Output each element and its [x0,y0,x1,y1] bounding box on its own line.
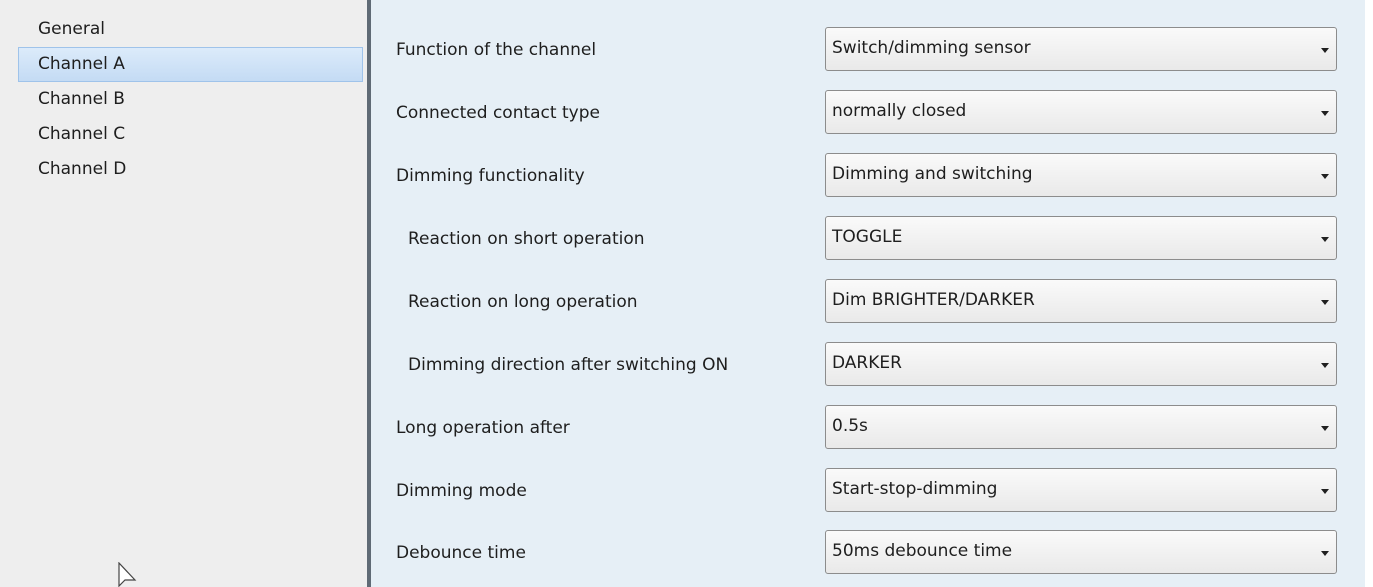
sidebar-item-general[interactable]: General [18,12,363,47]
select-value: Switch/dimming sensor [832,38,1031,58]
param-label: Reaction on long operation [408,292,638,312]
param-label: Function of the channel [396,40,597,60]
select-value: Dimming and switching [832,164,1033,184]
chevron-down-icon [1321,426,1329,431]
sidebar-item-channel-b[interactable]: Channel B [18,82,363,117]
param-label: Long operation after [396,418,570,438]
dimming-functionality-select[interactable]: Dimming and switching [825,153,1337,197]
param-row-reaction-on-short-operation: Reaction on short operation TOGGLE [371,216,1365,262]
select-value: DARKER [832,353,902,373]
mouse-pointer-icon [118,562,137,587]
chevron-down-icon [1321,237,1329,242]
sidebar-item-channel-c[interactable]: Channel C [18,117,363,152]
param-label: Reaction on short operation [408,229,645,249]
chevron-down-icon [1321,48,1329,53]
param-label: Debounce time [396,543,526,563]
right-gutter [1365,0,1373,587]
chevron-down-icon [1321,174,1329,179]
long-operation-after-select[interactable]: 0.5s [825,405,1337,449]
param-label: Dimming mode [396,481,527,501]
chevron-down-icon [1321,300,1329,305]
param-row-function-of-the-channel: Function of the channel Switch/dimming s… [371,27,1365,73]
param-label: Dimming direction after switching ON [408,355,729,375]
param-row-dimming-direction-after-switching-on: Dimming direction after switching ON DAR… [371,342,1365,388]
param-row-debounce-time: Debounce time 50ms debounce time [371,530,1365,576]
param-row-connected-contact-type: Connected contact type normally closed [371,90,1365,136]
param-label: Connected contact type [396,103,600,123]
param-row-dimming-functionality: Dimming functionality Dimming and switch… [371,153,1365,199]
debounce-time-select[interactable]: 50ms debounce time [825,530,1337,574]
chevron-down-icon [1321,111,1329,116]
param-row-dimming-mode: Dimming mode Start-stop-dimming [371,468,1365,514]
reaction-on-short-operation-select[interactable]: TOGGLE [825,216,1337,260]
connected-contact-type-select[interactable]: normally closed [825,90,1337,134]
sidebar-item-channel-d[interactable]: Channel D [18,152,363,187]
sidebar: General Channel A Channel B Channel C Ch… [0,0,367,587]
reaction-on-long-operation-select[interactable]: Dim BRIGHTER/DARKER [825,279,1337,323]
select-value: TOGGLE [832,227,903,247]
chevron-down-icon [1321,551,1329,556]
chevron-down-icon [1321,363,1329,368]
sidebar-list: General Channel A Channel B Channel C Ch… [18,12,363,187]
dimming-direction-select[interactable]: DARKER [825,342,1337,386]
sidebar-item-channel-a[interactable]: Channel A [18,47,363,82]
dimming-mode-select[interactable]: Start-stop-dimming [825,468,1337,512]
param-row-reaction-on-long-operation: Reaction on long operation Dim BRIGHTER/… [371,279,1365,325]
param-row-long-operation-after: Long operation after 0.5s [371,405,1365,451]
select-value: Start-stop-dimming [832,479,998,499]
select-value: normally closed [832,101,967,121]
select-value: 0.5s [832,416,868,436]
select-value: Dim BRIGHTER/DARKER [832,290,1035,310]
parameter-panel: Function of the channel Switch/dimming s… [371,0,1365,587]
param-label: Dimming functionality [396,166,585,186]
select-value: 50ms debounce time [832,541,1013,561]
function-of-the-channel-select[interactable]: Switch/dimming sensor [825,27,1337,71]
chevron-down-icon [1321,489,1329,494]
